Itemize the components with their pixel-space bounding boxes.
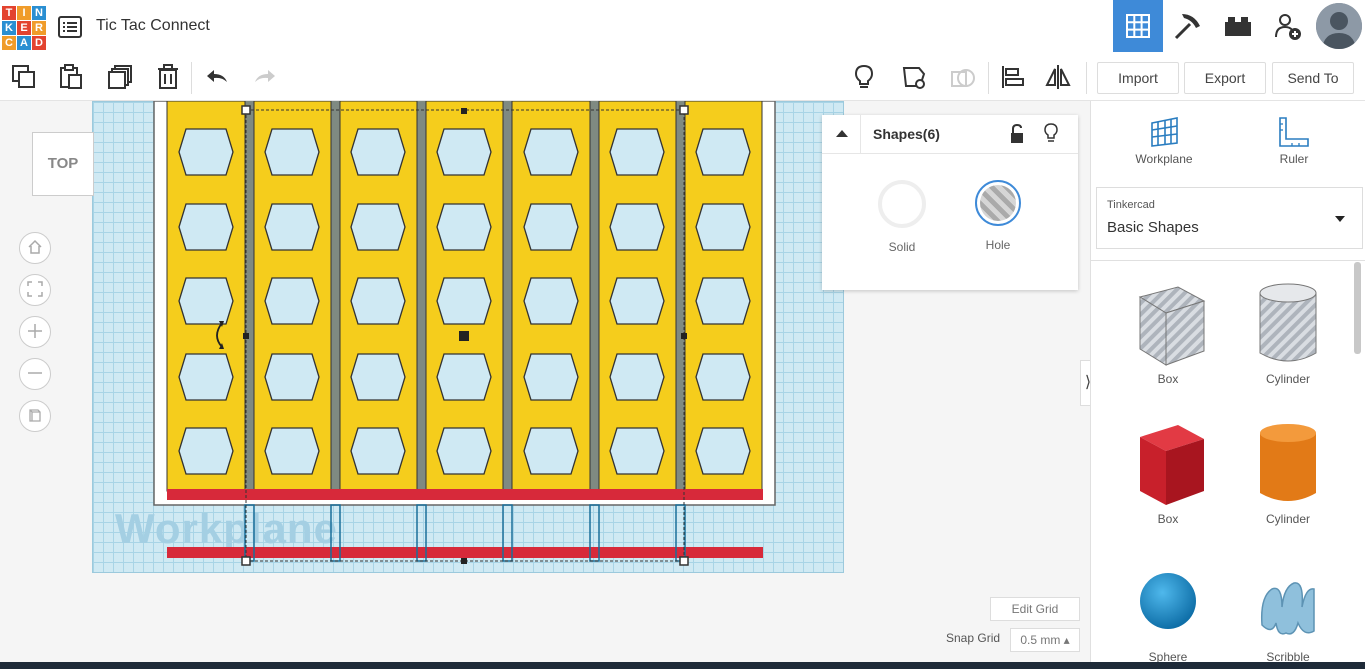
- box-icon: [1140, 425, 1204, 505]
- avatar[interactable]: [1316, 3, 1362, 49]
- solid-swatch[interactable]: [878, 180, 926, 228]
- library-scrollbar[interactable]: [1354, 262, 1361, 354]
- design-title[interactable]: Tic Tac Connect: [96, 17, 210, 35]
- ruler-icon: [1279, 117, 1309, 147]
- shape-box-hole[interactable]: Box: [1118, 279, 1218, 386]
- hole-swatch[interactable]: [975, 180, 1021, 226]
- user-avatar-icon: [1316, 3, 1362, 49]
- logo-letter: D: [32, 36, 46, 50]
- logo-letter: E: [17, 21, 31, 35]
- zoom-out-button[interactable]: [19, 358, 51, 390]
- ruler-tool-label: Ruler: [1279, 152, 1309, 166]
- bricks-button[interactable]: [1213, 0, 1263, 52]
- lightbulb-icon[interactable]: [851, 64, 877, 90]
- hole-option[interactable]: Hole: [968, 180, 1028, 252]
- shape-label: Cylinder: [1265, 372, 1310, 386]
- shape-cylinder-hole[interactable]: Cylinder: [1238, 279, 1338, 386]
- logo-letter: C: [2, 36, 16, 50]
- edit-grid-button[interactable]: Edit Grid: [990, 597, 1080, 621]
- shapes-count-title: Shapes(6): [873, 126, 940, 142]
- grid-icon: [1126, 14, 1150, 38]
- snap-grid-label: Snap Grid: [946, 631, 1001, 645]
- os-taskbar: [0, 662, 1365, 669]
- cylinder-icon: [1260, 424, 1316, 501]
- ruler-tool[interactable]: Ruler: [1254, 115, 1334, 166]
- duplicate-icon[interactable]: [107, 64, 133, 90]
- shape-library-select[interactable]: Tinkercad Basic Shapes: [1096, 187, 1363, 249]
- box-hole-icon: [1138, 286, 1206, 366]
- note-icon[interactable]: [901, 64, 927, 90]
- solid-option[interactable]: Solid: [872, 180, 932, 254]
- fit-icon: [27, 281, 43, 297]
- brick-icon: [1225, 17, 1251, 36]
- chevron-down-icon: [1335, 216, 1345, 222]
- right-panel: Workplane Ruler Tinkercad Basic Shapes B…: [1090, 101, 1365, 669]
- pickaxe-icon: [1174, 14, 1200, 40]
- align-icon[interactable]: [1000, 64, 1026, 90]
- fit-view-button[interactable]: [19, 274, 51, 306]
- lightbulb-icon[interactable]: [1043, 123, 1059, 143]
- mirror-icon[interactable]: [1045, 64, 1071, 90]
- invite-user-button[interactable]: [1263, 0, 1313, 52]
- shape-label: Box: [1157, 372, 1179, 386]
- shape-scribble[interactable]: Scribble: [1238, 567, 1338, 664]
- library-source: Tinkercad: [1107, 199, 1155, 211]
- redo-icon[interactable]: [252, 64, 278, 90]
- import-button[interactable]: Import: [1097, 62, 1179, 94]
- shape-label: Box: [1157, 512, 1179, 526]
- add-user-icon: [1275, 14, 1301, 40]
- hole-label: Hole: [985, 238, 1011, 252]
- solid-label: Solid: [888, 240, 916, 254]
- view-cube[interactable]: TOP: [32, 132, 94, 196]
- home-icon: [28, 239, 42, 254]
- minus-icon: [28, 372, 42, 374]
- 3d-design-view-button[interactable]: [1113, 0, 1163, 52]
- logo-letter: K: [2, 21, 16, 35]
- undo-icon[interactable]: [204, 64, 230, 90]
- home-view-button[interactable]: [19, 232, 51, 264]
- logo-letter: R: [32, 21, 46, 35]
- shape-box[interactable]: Box: [1118, 419, 1218, 526]
- red-bar[interactable]: [167, 489, 763, 500]
- sphere-icon: [1140, 573, 1196, 629]
- minecraft-button[interactable]: [1163, 0, 1213, 52]
- send-to-button[interactable]: Send To: [1272, 62, 1354, 94]
- shape-inspector-panel: Shapes(6) Solid Hole: [822, 115, 1078, 290]
- shape-sphere[interactable]: Sphere: [1118, 567, 1218, 664]
- group-icon: [951, 69, 975, 87]
- scribble-icon: [1260, 582, 1315, 635]
- perspective-icon: [29, 409, 41, 422]
- trash-icon[interactable]: [155, 64, 181, 90]
- unlock-icon[interactable]: [1009, 124, 1025, 144]
- top-bar: T I N K E R C A D Tic Tac Connect: [0, 0, 1365, 55]
- cylinder-hole-icon: [1259, 283, 1317, 362]
- tinkercad-logo[interactable]: T I N K E R C A D: [2, 6, 46, 50]
- perspective-button[interactable]: [19, 400, 51, 432]
- snap-grid-select[interactable]: 0.5 mm ▴: [1010, 628, 1080, 652]
- logo-letter: I: [17, 6, 31, 20]
- logo-letter: T: [2, 6, 16, 20]
- design-list-icon[interactable]: [58, 16, 82, 38]
- shape-label: Cylinder: [1265, 512, 1310, 526]
- export-button[interactable]: Export: [1184, 62, 1266, 94]
- plus-icon: [28, 324, 42, 338]
- zoom-in-button[interactable]: [19, 316, 51, 348]
- workplane-tool[interactable]: Workplane: [1124, 115, 1204, 166]
- shape-cylinder[interactable]: Cylinder: [1238, 419, 1338, 526]
- red-bar[interactable]: [167, 547, 763, 558]
- logo-letter: A: [17, 36, 31, 50]
- collapse-up-icon[interactable]: [835, 127, 849, 139]
- paste-icon[interactable]: [58, 64, 84, 90]
- logo-letter: N: [32, 6, 46, 20]
- copy-icon[interactable]: [11, 64, 37, 90]
- library-name: Basic Shapes: [1107, 219, 1199, 236]
- workplane-tool-label: Workplane: [1135, 152, 1193, 166]
- edit-toolbar: Import Export Send To: [0, 54, 1365, 101]
- workplane-icon: [1151, 117, 1178, 147]
